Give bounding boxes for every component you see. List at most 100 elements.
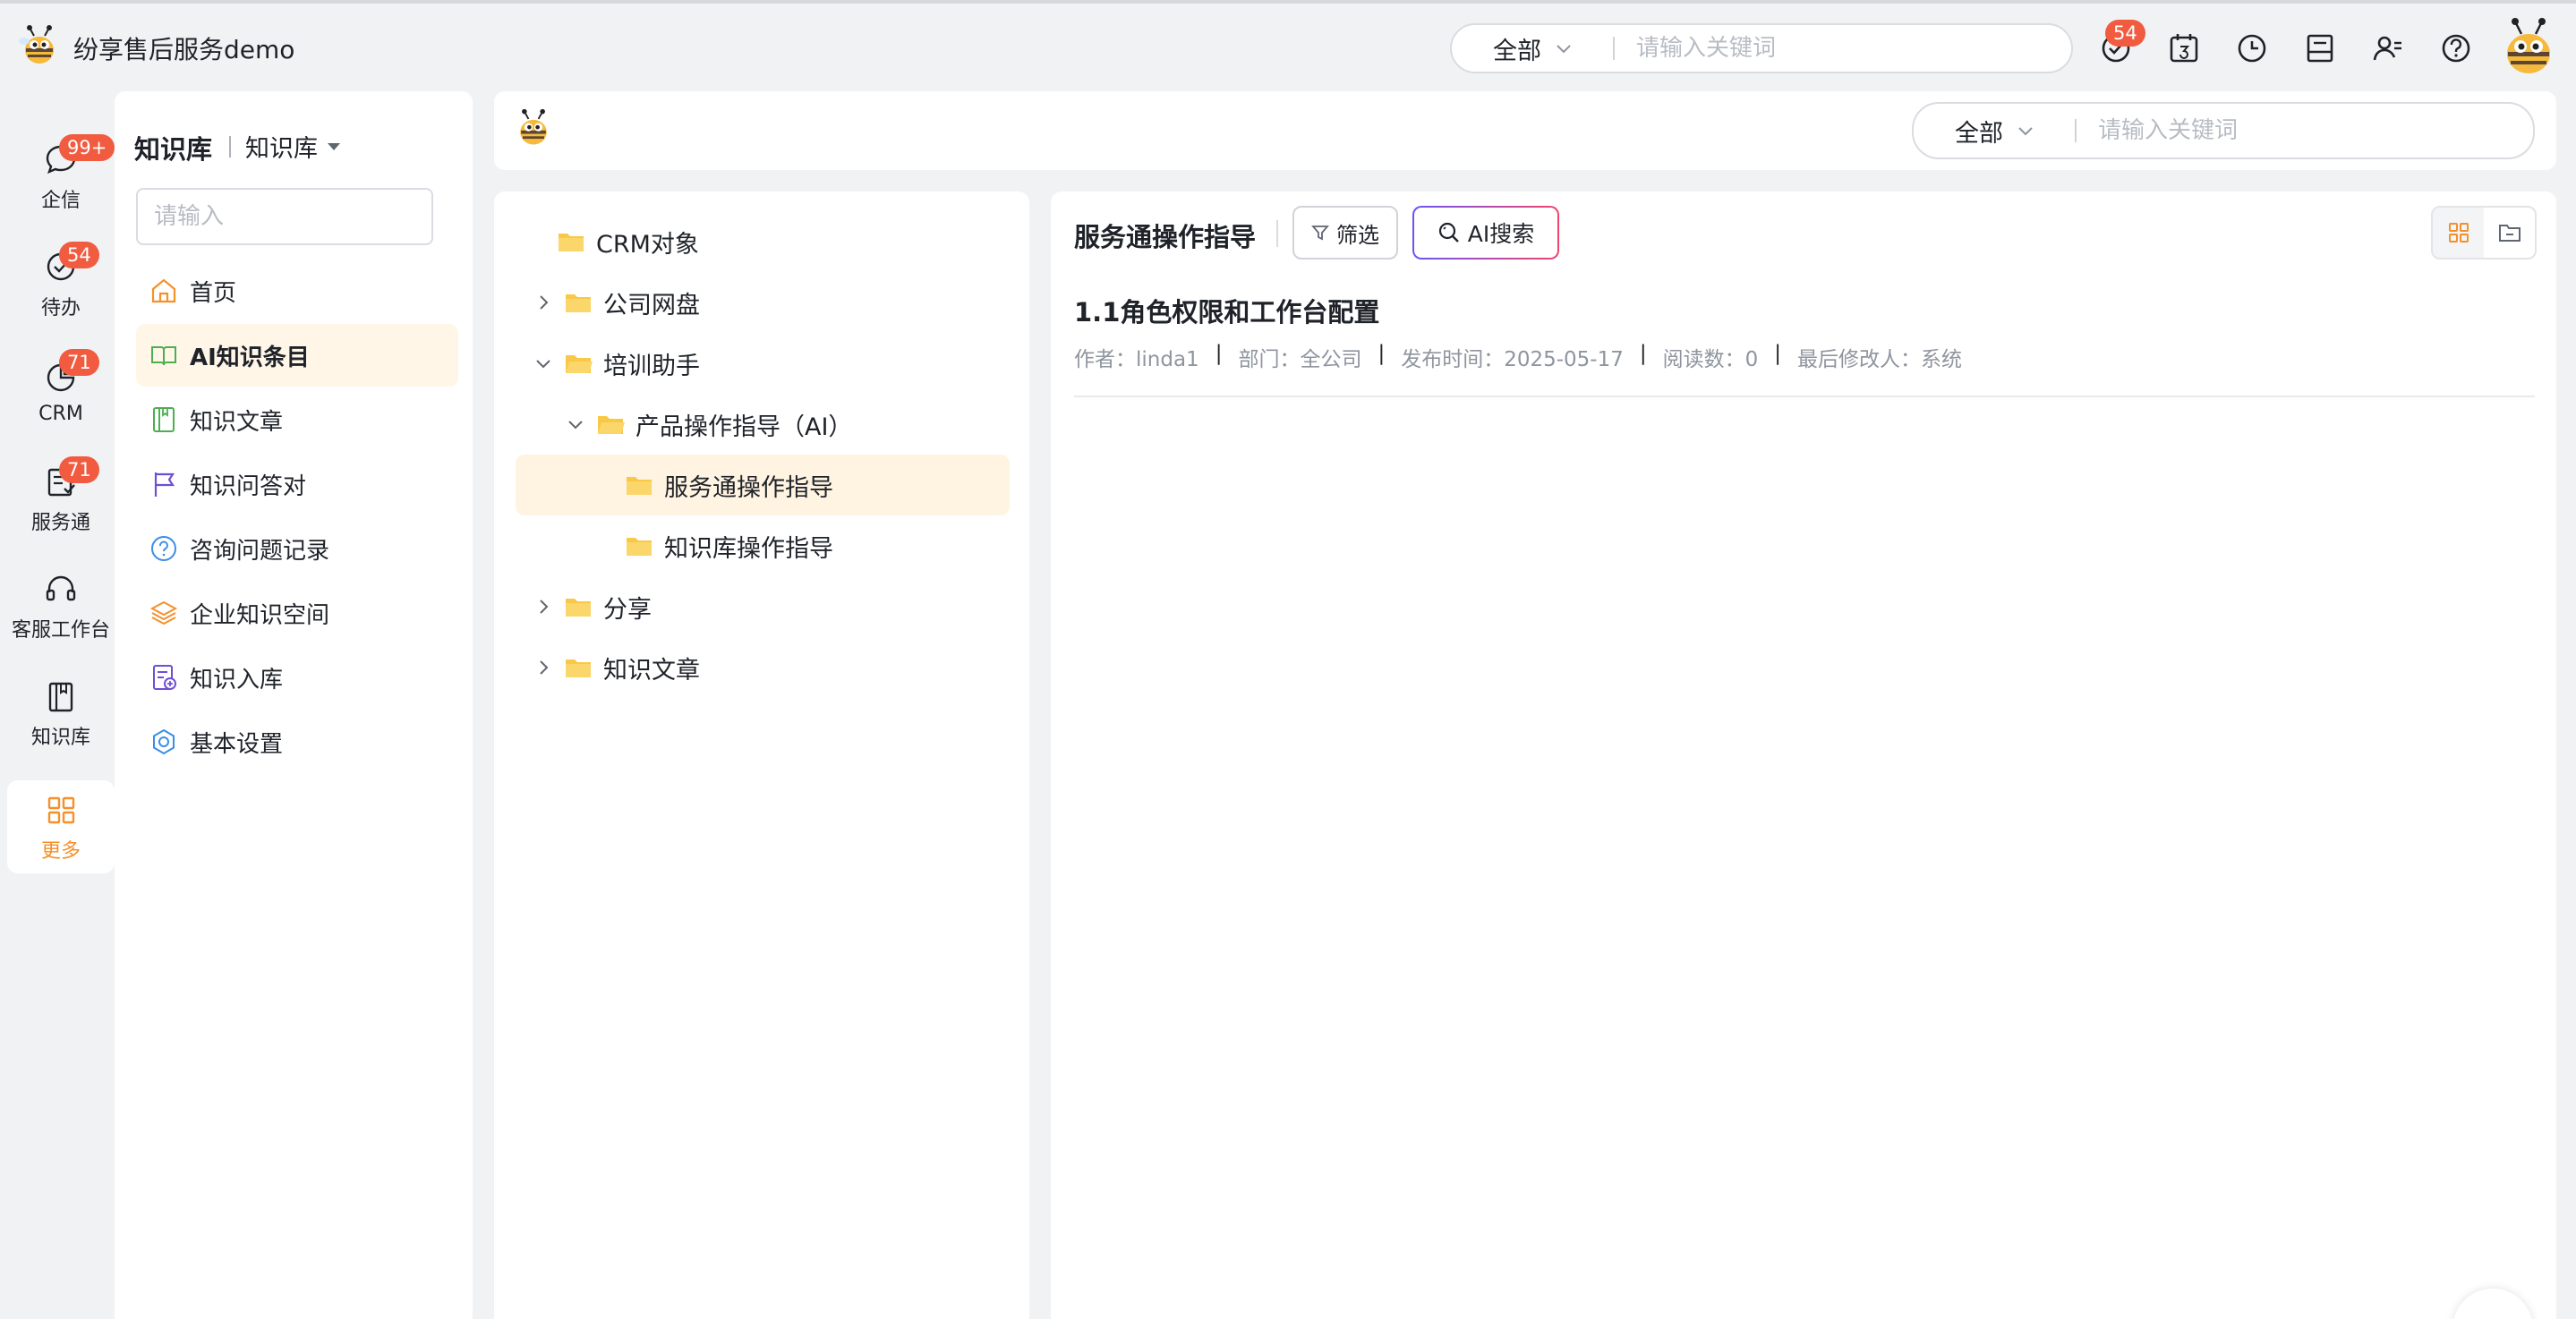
contacts-icon[interactable] [2368, 29, 2408, 68]
inbox-icon[interactable] [2300, 29, 2340, 68]
knowledge-search-input[interactable] [2098, 117, 2492, 144]
article-meta: 作者：linda1 | 部门：全公司 | 发布时间：2025-05-17 | 阅… [1074, 342, 1962, 372]
tree-node-label: CRM对象 [596, 230, 699, 259]
tree-node-selected[interactable]: 服务通操作指导 [516, 455, 1010, 515]
chevron-down-icon [1557, 45, 1571, 54]
home-icon [151, 278, 176, 303]
menu-item-home[interactable]: 首页 [136, 260, 458, 322]
folder-icon [627, 538, 652, 556]
tree-node-label: 知识文章 [603, 656, 700, 685]
folder-open-icon [566, 355, 593, 373]
knowledge-search: 全部 [1912, 102, 2535, 159]
ai-search-icon [1438, 222, 1459, 243]
article-publish-date: 发布时间：2025-05-17 [1401, 348, 1624, 371]
article-title[interactable]: 1.1角色权限和工作台配置 [1074, 292, 1379, 329]
switcher-label: 知识库 [245, 135, 318, 163]
filter-button[interactable]: 筛选 [1292, 206, 1398, 260]
menu-item-label: 知识问答对 [190, 472, 307, 500]
tree-node-label: 知识库操作指导 [664, 534, 833, 563]
tree-node[interactable]: 分享 [533, 576, 999, 637]
rail-label: 服务通 [30, 512, 90, 534]
chevron-right-icon[interactable] [533, 597, 553, 617]
folder-title: 服务通操作指导 [1074, 222, 1257, 252]
rail-item-knowledge[interactable]: 知识库 [7, 664, 115, 762]
chevron-down-icon [2018, 127, 2033, 136]
gear-icon [153, 728, 175, 755]
menu-item-qa-pairs[interactable]: 知识问答对 [136, 453, 458, 515]
app-title: 纷享售后服务demo [73, 35, 295, 64]
article-author: 作者：linda1 [1074, 348, 1199, 371]
article-read-count: 阅读数：0 [1662, 348, 1759, 371]
rail-item-customer-service[interactable]: 客服工作台 [7, 557, 115, 655]
layers-icon [149, 600, 178, 625]
article-icon [153, 407, 175, 432]
chevron-right-icon[interactable] [533, 293, 553, 312]
tree-node[interactable]: 知识库操作指导 [516, 515, 1010, 576]
rail-label: 更多 [40, 840, 81, 863]
clock-icon[interactable] [2232, 29, 2272, 68]
chevron-down-icon[interactable] [566, 414, 585, 434]
caret-down-icon [328, 142, 340, 150]
menu-item-label: 知识入库 [190, 666, 284, 694]
tree-node[interactable]: 公司网盘 [533, 272, 999, 333]
knowledge-search-scope[interactable]: 全部 [1914, 114, 2075, 149]
tree-node[interactable]: CRM对象 [537, 211, 1002, 272]
folder-open-icon [598, 416, 625, 434]
tree-node[interactable]: 培训助手 [533, 333, 999, 394]
tree-node-label: 分享 [603, 595, 652, 624]
tree-node-label: 培训助手 [603, 352, 700, 380]
bee-logo-icon [16, 23, 63, 70]
knowledge-base-switcher[interactable]: 知识库 [245, 129, 343, 164]
help-icon[interactable] [2436, 29, 2476, 68]
menu-title: 知识库 [134, 134, 213, 165]
global-search-input[interactable] [1636, 35, 2030, 62]
rail-item-more[interactable]: 更多 [7, 780, 115, 873]
bee-logo-icon [512, 107, 555, 150]
menu-item-knowledge-space[interactable]: 企业知识空间 [136, 582, 458, 644]
global-search-scope[interactable]: 全部 [1452, 31, 1613, 66]
menu-item-articles[interactable]: 知识文章 [136, 388, 458, 451]
folder-icon [566, 294, 591, 312]
headset-icon [46, 575, 76, 601]
folder-icon [627, 477, 652, 495]
tree-node[interactable]: 知识文章 [533, 637, 999, 698]
menu-search-input[interactable] [136, 188, 433, 245]
avatar[interactable] [2497, 16, 2560, 79]
rail-badge: 99+ [59, 134, 115, 161]
ai-search-label: AI搜索 [1467, 221, 1535, 247]
filter-icon [1311, 226, 1329, 241]
menu-item-ai-knowledge[interactable]: AI知识条目 [136, 324, 458, 387]
menu-item-settings[interactable]: 基本设置 [136, 711, 458, 773]
rail-badge: 71 [59, 456, 99, 483]
open-book-icon [151, 346, 176, 366]
grid-view-button[interactable] [2433, 208, 2484, 258]
meta-separator: | [1378, 342, 1386, 365]
article-department: 部门：全公司 [1238, 348, 1362, 371]
scope-label: 全部 [1493, 37, 1541, 65]
divider [1613, 37, 1615, 60]
menu-item-consult-records[interactable]: 咨询问题记录 [136, 517, 458, 580]
ai-search-button[interactable]: AI搜索 [1412, 206, 1559, 260]
chevron-right-icon[interactable] [533, 658, 553, 677]
menu-item-knowledge-import[interactable]: 知识入库 [136, 646, 458, 709]
todo-badge: 54 [2105, 20, 2145, 47]
flag-icon [154, 472, 175, 497]
folder-view-icon [2498, 225, 2521, 242]
view-toggle [2431, 206, 2537, 260]
menu-item-label: AI知识条目 [190, 344, 310, 371]
meta-separator: | [1639, 342, 1647, 365]
scope-label: 全部 [1955, 119, 2003, 148]
divider [1074, 396, 2535, 397]
folder-view-button[interactable] [2484, 208, 2535, 258]
document-import-icon [153, 665, 176, 690]
rail-label: 企信 [40, 190, 81, 212]
folder-icon [559, 234, 584, 251]
divider [1276, 220, 1278, 247]
grid-apps-icon [47, 796, 75, 824]
chevron-down-icon[interactable] [533, 353, 553, 373]
tree-node[interactable]: 产品操作指导（AI） [566, 394, 1004, 455]
calendar-icon[interactable] [2164, 29, 2204, 68]
rail-badge: 71 [59, 349, 99, 376]
grid-view-icon [2448, 223, 2469, 243]
book-icon [48, 682, 73, 712]
